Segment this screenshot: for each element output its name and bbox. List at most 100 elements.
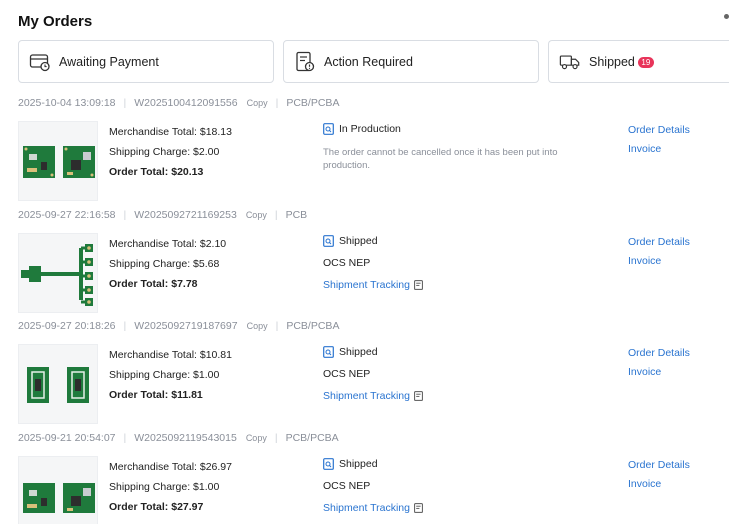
order-total: Order Total: $7.78 <box>109 277 198 290</box>
pcba-boards-icon <box>23 146 95 178</box>
status-row: Shipped <box>323 345 613 359</box>
shipping-carrier: OCS NEP <box>323 368 371 380</box>
pcb-pair-icon <box>27 367 89 403</box>
order-status: Shipped OCS NEP Shipment Tracking <box>323 345 613 402</box>
order-links: Order Details Invoice <box>628 121 690 159</box>
shipping-charge: Shipping Charge: $1.00 <box>109 369 220 381</box>
shipping-charge: Shipping Charge: $5.68 <box>109 257 220 270</box>
copy-button[interactable]: Copy <box>247 321 268 331</box>
flex-pcb-icon <box>21 243 93 306</box>
shipping-carrier: OCS NEP <box>323 479 371 492</box>
shipment-tracking-link[interactable]: Shipment Tracking <box>323 390 613 402</box>
shipping-carrier: OCS NEP <box>323 256 371 269</box>
tracking-doc-icon <box>414 391 423 401</box>
order-status-tabs: Awaiting Payment Action Required Shipped… <box>18 40 729 83</box>
order-links: Order Details Invoice <box>628 344 690 382</box>
invoice-link[interactable]: Invoice <box>628 140 690 159</box>
order-status: Shipped OCS NEP Shipment Tracking <box>323 457 613 514</box>
tracking-label: Shipment Tracking <box>323 278 410 291</box>
order-type: PCB/PCBA <box>285 431 339 444</box>
order-card: 2025-09-21 20:54:07 | W2025092119543015 Cop… <box>18 432 729 524</box>
shipped-count-badge: 19 <box>637 56 654 68</box>
order-details-link[interactable]: Order Details <box>628 344 690 363</box>
tracking-label: Shipment Tracking <box>323 501 410 514</box>
divider: | <box>123 208 127 221</box>
order-type: PCB/PCBA <box>286 320 340 332</box>
copy-button[interactable]: Copy <box>247 98 268 108</box>
order-meta: 2025-09-21 20:54:07 | W2025092119543015 Cop… <box>18 432 339 444</box>
order-status: In Production The order cannot be cancel… <box>323 122 613 172</box>
wallet-clock-icon <box>29 51 51 73</box>
order-amounts: Merchandise Total: $10.81 Shipping Charg… <box>109 345 232 405</box>
divider: | <box>274 208 278 221</box>
status-doc-icon <box>323 123 334 135</box>
order-meta: 2025-09-27 20:18:26 | W2025092719187697 Cop… <box>18 320 339 332</box>
divider: | <box>123 97 127 109</box>
order-status: Shipped OCS NEP Shipment Tracking <box>323 234 613 291</box>
order-details-link[interactable]: Order Details <box>628 121 690 140</box>
tab-label: Shipped 19 <box>589 55 654 69</box>
divider: | <box>275 320 279 332</box>
order-number: W2025092719187697 <box>134 320 238 332</box>
merchandise-total: Merchandise Total: $26.97 <box>109 460 232 473</box>
order-date: 2025-09-27 22:16:58 <box>18 208 116 221</box>
status-doc-icon <box>323 346 334 358</box>
shipment-tracking-link[interactable]: Shipment Tracking <box>323 502 613 514</box>
status-row: In Production <box>323 122 613 136</box>
invoice-link[interactable]: Invoice <box>628 363 690 382</box>
tab-shipped[interactable]: Shipped 19 <box>548 40 729 83</box>
divider: | <box>274 431 278 444</box>
order-details-link[interactable]: Order Details <box>628 456 690 475</box>
merchandise-total: Merchandise Total: $2.10 <box>109 237 227 250</box>
order-amounts: Merchandise Total: $26.97 Shipping Charg… <box>109 457 232 517</box>
order-number: W2025092119543015 <box>134 431 237 444</box>
product-thumbnail[interactable] <box>18 121 98 201</box>
order-total: Order Total: $11.81 <box>109 389 203 401</box>
tracking-doc-icon <box>414 502 423 513</box>
tab-awaiting-payment[interactable]: Awaiting Payment <box>18 40 274 83</box>
order-links: Order Details Invoice <box>628 233 690 271</box>
invoice-link[interactable]: Invoice <box>628 475 690 494</box>
pcba-boards-icon <box>23 482 95 513</box>
order-type: PCB <box>285 208 308 221</box>
order-number: W2025092721169253 <box>134 208 237 221</box>
status-doc-icon <box>323 457 334 470</box>
copy-button[interactable]: Copy <box>246 433 267 443</box>
tab-label: Action Required <box>324 54 413 69</box>
product-thumbnail[interactable] <box>18 455 98 524</box>
invoice-link[interactable]: Invoice <box>628 252 690 271</box>
shipping-charge: Shipping Charge: $1.00 <box>109 480 220 493</box>
product-thumbnail[interactable] <box>18 344 98 424</box>
page-title: My Orders <box>18 13 93 30</box>
order-date: 2025-09-21 20:54:07 <box>18 431 116 444</box>
status-note: The order cannot be cancelled once it ha… <box>323 147 558 171</box>
order-total: Order Total: $20.13 <box>109 166 204 178</box>
order-meta: 2025-09-27 22:16:58 | W2025092721169253 Cop… <box>18 209 307 221</box>
order-details-link[interactable]: Order Details <box>628 233 690 252</box>
status-row: Shipped <box>323 457 613 471</box>
status-label: Shipped <box>339 346 378 358</box>
divider: | <box>275 97 279 109</box>
tab-label: Awaiting Payment <box>59 54 159 69</box>
order-card: 2025-09-27 20:18:26 | W2025092719187697 Cop… <box>18 320 729 432</box>
copy-button[interactable]: Copy <box>246 210 267 220</box>
status-label: Shipped <box>339 234 378 247</box>
status-label: In Production <box>339 123 401 135</box>
order-list: 2025-10-04 13:09:18 | W2025100412091556 Cop… <box>18 97 729 524</box>
tracking-doc-icon <box>414 279 423 290</box>
order-date: 2025-09-27 20:18:26 <box>18 320 116 332</box>
divider: | <box>123 431 127 444</box>
truck-icon <box>559 51 581 73</box>
shipment-tracking-link[interactable]: Shipment Tracking <box>323 279 613 291</box>
order-card: 2025-09-27 22:16:58 | W2025092721169253 Cop… <box>18 209 729 321</box>
status-label: Shipped <box>339 457 378 470</box>
status-doc-icon <box>323 234 334 247</box>
product-thumbnail[interactable] <box>18 232 98 313</box>
merchandise-total: Merchandise Total: $18.13 <box>109 126 232 138</box>
tracking-label: Shipment Tracking <box>323 390 410 402</box>
more-indicator <box>724 14 729 19</box>
tab-action-required[interactable]: Action Required <box>283 40 539 83</box>
divider: | <box>123 320 127 332</box>
document-alert-icon <box>294 51 316 73</box>
order-date: 2025-10-04 13:09:18 <box>18 97 116 109</box>
